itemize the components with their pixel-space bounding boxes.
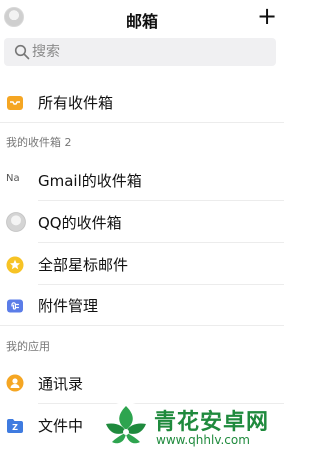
search-icon [14, 44, 30, 60]
inbox-label-gmail: Gmail的收件箱 [38, 172, 142, 190]
divider [0, 122, 284, 123]
star-icon [6, 256, 24, 274]
watermark: 青花安卓网 www.qhhlv.com [98, 400, 284, 457]
watermark-url: www.qhhlv.com [156, 433, 250, 447]
search-input[interactable] [32, 42, 262, 62]
divider [0, 325, 284, 326]
inbox-label-qq: QQ的收件箱 [38, 214, 122, 232]
watermark-text: 青花安卓网 [154, 410, 270, 435]
gmail-icon: Na [6, 173, 20, 184]
starred-label: 全部星标邮件 [38, 256, 129, 274]
header: 邮箱 + [0, 0, 284, 36]
divider [38, 242, 284, 243]
inbox-item-qq[interactable]: QQ的收件箱 [0, 202, 284, 242]
svg-text:Z: Z [12, 423, 18, 432]
inbox-tray-icon [7, 96, 23, 110]
app-item-contacts[interactable]: 通讯录 [0, 363, 284, 403]
section-my-inboxes: 我的收件箱 2 [6, 136, 72, 149]
all-inbox-label: 所有收件箱 [38, 94, 114, 112]
all-inbox-item[interactable]: 所有收件箱 [0, 82, 284, 122]
add-button[interactable]: + [256, 4, 278, 28]
inbox-item-gmail[interactable]: Na Gmail的收件箱 [0, 160, 284, 200]
contacts-icon [6, 374, 24, 392]
qq-avatar-icon [6, 212, 26, 232]
attachments-label: 附件管理 [38, 297, 99, 315]
starred-item[interactable]: 全部星标邮件 [0, 244, 284, 284]
divider [38, 200, 284, 201]
page-title: 邮箱 [125, 12, 158, 31]
file-folder-icon: Z [7, 419, 23, 433]
watermark-logo-icon [100, 402, 152, 454]
app-label-contacts: 通讯录 [38, 375, 84, 393]
attachment-icon [7, 299, 23, 313]
search-bar[interactable] [4, 38, 276, 66]
app-label-files: 文件中 [38, 417, 84, 435]
attachments-item[interactable]: 附件管理 [0, 285, 284, 325]
section-my-apps: 我的应用 [6, 340, 50, 353]
